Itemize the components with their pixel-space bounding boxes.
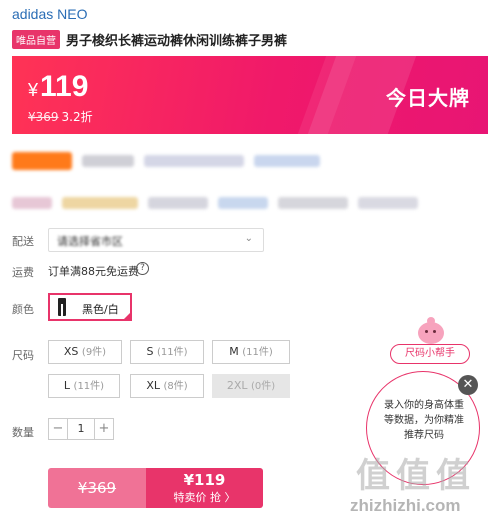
original-price-box: ¥369 <box>48 468 146 508</box>
color-option-label: 黑色/白 <box>82 303 119 316</box>
size-stock: (11件) <box>156 347 188 358</box>
blurred-promo-row <box>12 152 320 170</box>
selected-check-icon <box>122 311 132 321</box>
original-price-line: ¥369 3.2折 <box>28 108 93 125</box>
size-name: XL <box>146 379 160 392</box>
size-name: L <box>63 379 71 392</box>
size-stock: (11件) <box>73 381 105 392</box>
blurred-promo-block <box>254 155 320 167</box>
size-stock: (0件) <box>251 381 276 392</box>
original-price: ¥369 <box>28 110 59 124</box>
size-option-s[interactable]: S (11件) <box>130 340 204 364</box>
blurred-promo-block <box>144 155 244 167</box>
size-helper-tag[interactable]: 尺码小帮手 <box>390 344 470 364</box>
size-name: M <box>229 345 239 358</box>
size-name: S <box>146 345 154 358</box>
vip-self-operated-tag: 唯品自营 <box>12 30 60 49</box>
blurred-promo-block <box>82 155 134 167</box>
size-option-xl[interactable]: XL (8件) <box>130 374 204 398</box>
size-option-xs[interactable]: XS (9件) <box>48 340 122 364</box>
size-name: XS <box>63 345 79 358</box>
help-icon[interactable]: ? <box>136 262 149 275</box>
current-price-value: 119 <box>40 70 89 103</box>
watermark-logo: 值值值 <box>356 456 476 496</box>
price-banner: ¥119 ¥369 3.2折 今日大牌 <box>12 56 488 134</box>
size-stock: (9件) <box>81 347 107 358</box>
mascot-eye <box>425 330 428 333</box>
blurred-promo-block <box>218 197 268 209</box>
pants-thumbnail-icon <box>58 298 66 316</box>
size-name: 2XL <box>226 379 248 392</box>
chevron-down-icon: ⌄ <box>244 233 253 244</box>
watermark-text: zhizhizhi.com <box>350 496 461 515</box>
site-watermark: 值值值 zhizhizhi.com <box>344 448 500 523</box>
quantity-decrease-button[interactable]: − <box>48 418 68 440</box>
mascot-eye <box>433 330 436 333</box>
today-brand-badge: 今日大牌 <box>386 86 470 110</box>
color-option-black-white[interactable]: 黑色/白 <box>48 293 132 321</box>
quantity-value[interactable]: 1 <box>68 418 94 440</box>
buy-bar: ¥369 ¥119 特卖价 抢 〉 <box>48 468 263 508</box>
product-title: 男子梭织长裤运动裤休闲训练裤子男裤 <box>66 34 288 49</box>
size-stock: (11件) <box>242 347 273 358</box>
buy-bar-special-label: 特卖价 抢 〉 <box>173 491 236 504</box>
buy-bar-original-price: ¥369 <box>77 479 117 497</box>
size-helper-mascot-icon <box>418 317 444 344</box>
color-label: 颜色 <box>12 303 34 316</box>
product-title-row: 唯品自营 男子梭织长裤运动裤休闲训练裤子男裤 <box>12 30 287 49</box>
quantity-increase-button[interactable]: + <box>94 418 114 440</box>
size-stock: (8件) <box>163 381 188 392</box>
buy-now-button[interactable]: ¥119 特卖价 抢 〉 <box>146 468 263 508</box>
freight-label: 运费 <box>12 266 34 279</box>
discount-rate: 3.2折 <box>61 110 93 124</box>
brand-link[interactable]: adidas NEO <box>12 6 87 22</box>
current-price: ¥119 <box>28 70 88 104</box>
delivery-label: 配送 <box>12 235 34 248</box>
blurred-promo-block <box>12 152 72 170</box>
freight-info: 订单满88元免运费 <box>48 265 139 278</box>
size-option-l[interactable]: L (11件) <box>48 374 120 398</box>
blurred-promo-block <box>12 197 52 209</box>
size-option-m[interactable]: M (11件) <box>212 340 290 364</box>
size-option-2xl-soldout: 2XL (0件) <box>212 374 290 398</box>
currency-symbol: ¥ <box>28 80 39 100</box>
size-label: 尺码 <box>12 349 34 362</box>
quantity-stepper: − 1 + <box>48 418 114 440</box>
size-helper-bubble-text: 录入你的身高体重等数据，为你精准推荐尺码 <box>384 400 464 441</box>
blurred-promo-block <box>148 197 208 209</box>
delivery-region-select[interactable]: 请选择省市区 ⌄ <box>48 228 264 252</box>
buy-bar-special-price: ¥119 <box>183 471 226 489</box>
blurred-promo-row <box>12 197 418 209</box>
quantity-label: 数量 <box>12 426 34 439</box>
blurred-promo-block <box>62 197 138 209</box>
delivery-region-value: 请选择省市区 <box>57 235 123 248</box>
blurred-promo-block <box>278 197 348 209</box>
close-icon[interactable]: ✕ <box>458 375 478 395</box>
blurred-promo-block <box>358 197 418 209</box>
